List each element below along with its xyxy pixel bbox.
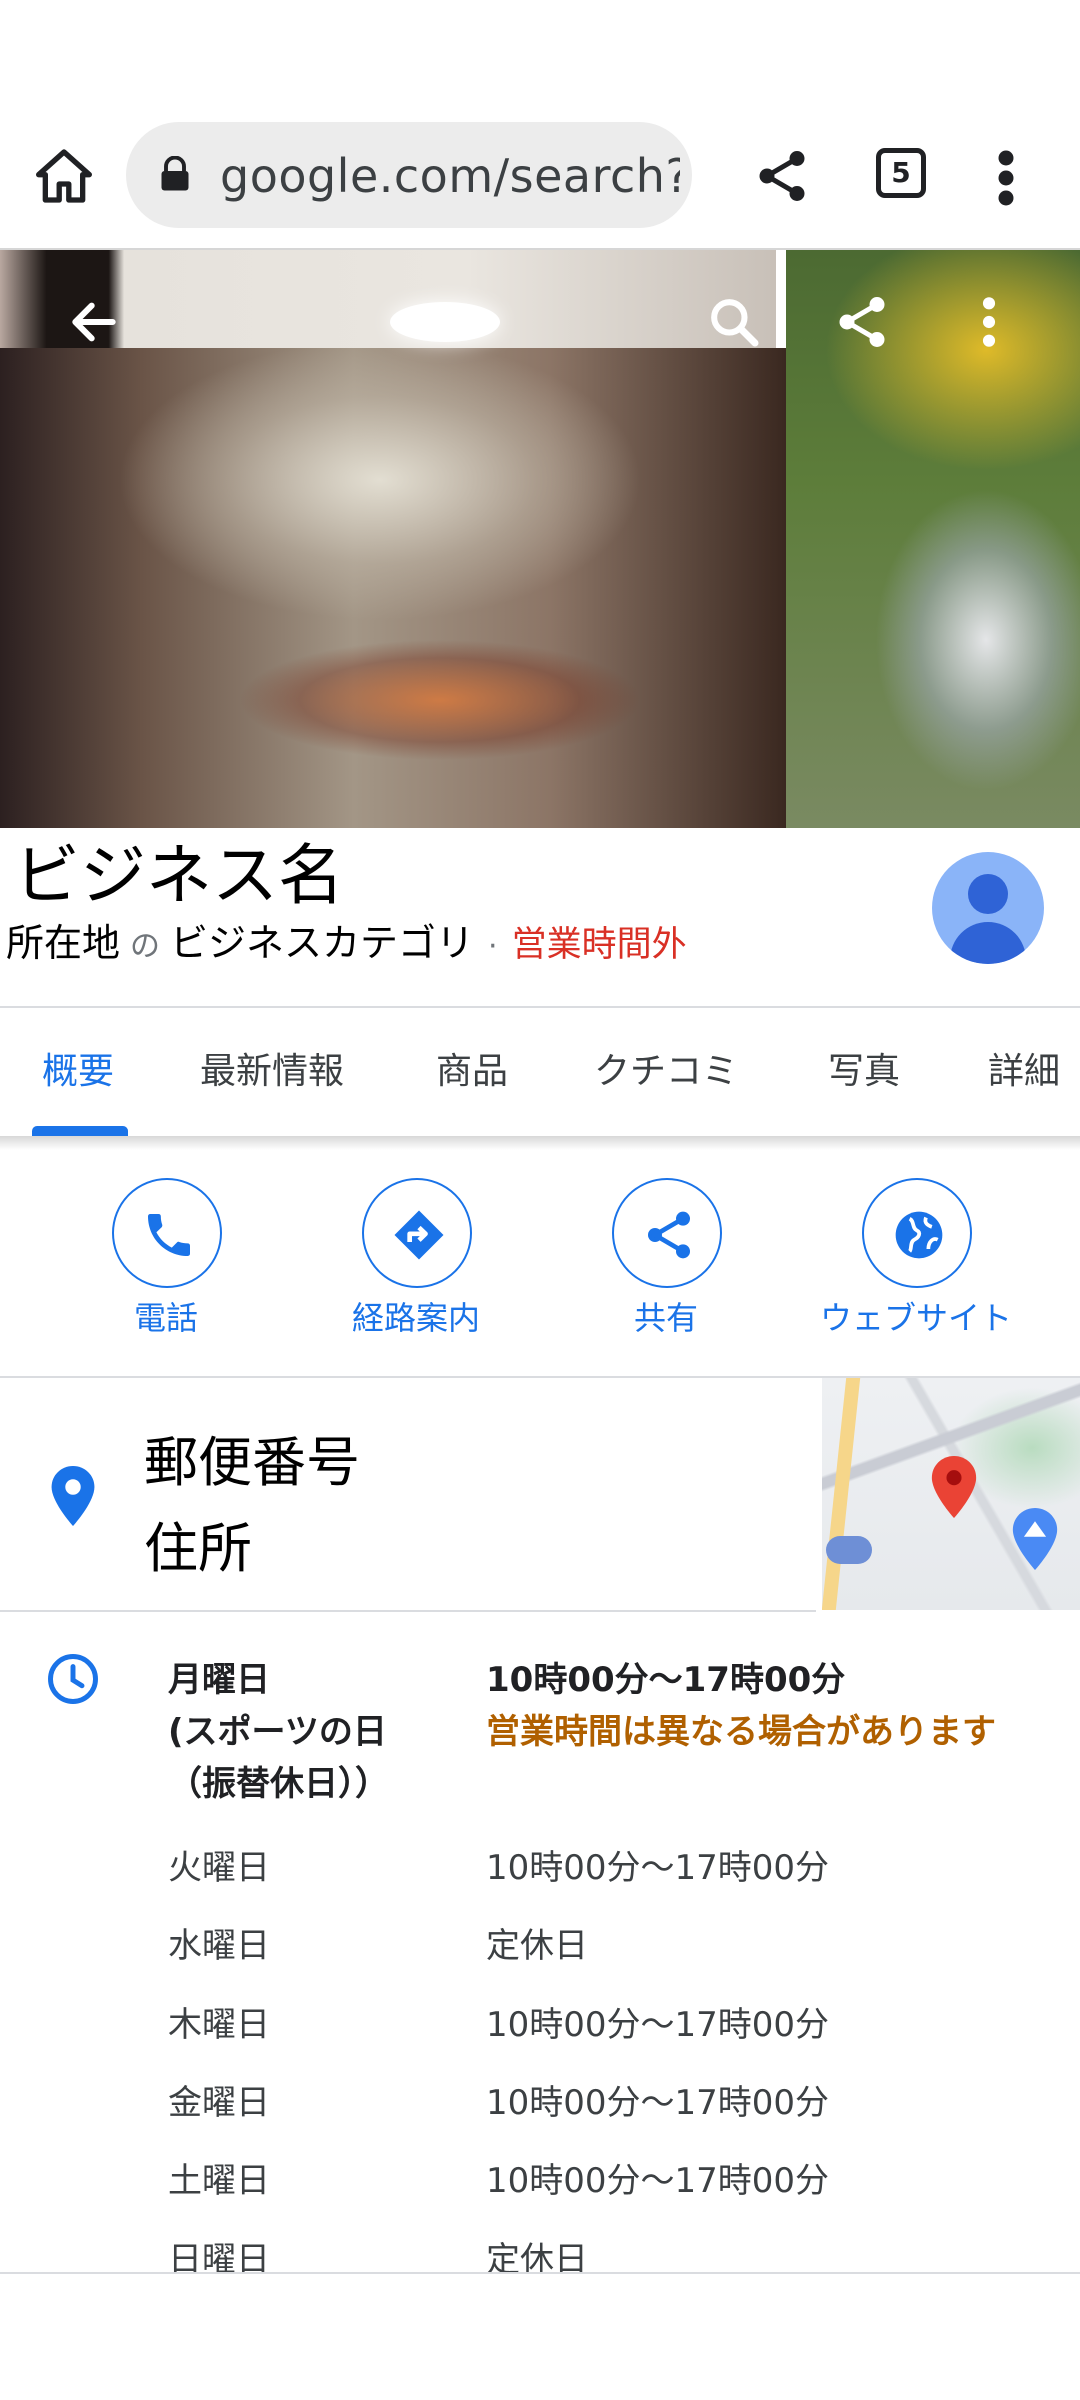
website-label: ウェブサイト [819, 1299, 1012, 1337]
photo-divider [776, 250, 786, 348]
business-location: 所在地 [6, 921, 121, 965]
directions-button-circle[interactable] [362, 1178, 472, 1288]
business-photo[interactable] [0, 250, 1080, 828]
website-button[interactable]: ウェブサイト [806, 1178, 1026, 1358]
call-button-circle[interactable] [112, 1178, 222, 1288]
map-thumbnail[interactable] [822, 1378, 1080, 1610]
url-text[interactable]: google.com/search? [220, 148, 680, 204]
avatar-body [950, 922, 1026, 964]
share-label: 共有 [633, 1299, 698, 1337]
postal-code: 郵便番号 [144, 1431, 360, 1494]
bottom-area [0, 2274, 1080, 2400]
hours-day: 日曜日 [168, 2240, 270, 2272]
hours-day: 木曜日 [168, 2005, 270, 2045]
browser-toolbar: google.com/search? 5 [0, 118, 1080, 248]
share-icon[interactable] [832, 292, 892, 352]
more-vert-icon[interactable] [986, 148, 1026, 208]
tab-details[interactable]: 詳細 [988, 1008, 1060, 1136]
hours-warning: 営業時間は異なる場合があります [486, 1712, 996, 1752]
location-pin-icon [51, 1466, 95, 1526]
status-bar [0, 0, 1080, 118]
map-road [822, 1378, 861, 1610]
directions-label: 経路案内 [351, 1299, 480, 1337]
directions-button[interactable]: 経路案内 [306, 1178, 526, 1358]
street-address: 住所 [144, 1517, 252, 1580]
hours-day: 火曜日 [168, 1848, 270, 1888]
website-button-circle[interactable] [862, 1178, 972, 1288]
address-section[interactable]: 郵便番号 住所 [0, 1378, 1080, 1610]
hours-time: 10時00分～17時00分 [486, 2005, 830, 2045]
address-bar[interactable]: google.com/search? [126, 122, 692, 228]
action-buttons: 電話 経路案内 共有 ウェブサイト [0, 1150, 1080, 1376]
today-hours: 10時00分～17時00分 [486, 1660, 846, 1700]
separator-dot: · [488, 929, 498, 964]
hours-section[interactable]: 月曜日 (スポーツの日 （振替休日）） 10時00分～17時00分 営業時間は異… [0, 1612, 1080, 2272]
active-tab-indicator [32, 1126, 128, 1136]
avatar-head [968, 874, 1008, 914]
globe-icon [895, 1211, 943, 1259]
tab-bar: 概要 最新情報 商品 クチコミ 写真 詳細 [0, 1008, 1080, 1136]
share-icon [648, 1211, 690, 1259]
tab-switcher-button[interactable]: 5 [876, 148, 926, 198]
today-holiday-line2: （振替休日）） [168, 1764, 389, 1804]
connector-text: の [130, 929, 161, 964]
map-route-badge [826, 1536, 872, 1564]
map-poi-icon [1012, 1508, 1058, 1570]
call-button[interactable]: 電話 [56, 1178, 276, 1358]
call-label: 電話 [133, 1299, 198, 1337]
directions-icon [394, 1210, 444, 1260]
tab-overview[interactable]: 概要 [42, 1008, 114, 1136]
hours-time: 定休日 [486, 2240, 588, 2272]
open-status: 営業時間外 [511, 925, 687, 965]
share-icon[interactable] [752, 146, 812, 206]
business-header: ビジネス名 所在地のビジネスカテゴリ · 営業時間外 [0, 828, 1080, 1008]
hours-day: 水曜日 [168, 1926, 270, 1966]
hours-day: 土曜日 [168, 2161, 270, 2201]
business-subtitle: 所在地のビジネスカテゴリ · 営業時間外 [6, 918, 687, 972]
phone-icon [148, 1214, 190, 1256]
hours-time: 10時00分～17時00分 [486, 2083, 830, 2123]
hours-time: 定休日 [486, 1926, 588, 1966]
tab-photos[interactable]: 写真 [828, 1008, 900, 1136]
map-marker-icon [931, 1456, 977, 1518]
more-vert-icon[interactable] [974, 294, 1004, 350]
tab-products[interactable]: 商品 [436, 1008, 508, 1136]
business-name: ビジネス名 [14, 837, 344, 914]
back-arrow-icon[interactable] [66, 294, 122, 350]
ceiling-light [390, 302, 500, 342]
hours-day: 金曜日 [168, 2083, 270, 2123]
today-day: 月曜日 [168, 1660, 270, 1700]
lock-icon [161, 156, 189, 191]
tabs-shadow [0, 1136, 1080, 1150]
share-button[interactable]: 共有 [556, 1178, 776, 1358]
business-category: ビジネスカテゴリ [170, 921, 475, 965]
avatar[interactable] [932, 852, 1044, 964]
today-holiday-line1: (スポーツの日 [168, 1712, 387, 1752]
clock-icon [48, 1654, 98, 1704]
photo-secondary[interactable] [786, 250, 1080, 828]
hours-time: 10時00分～17時00分 [486, 2161, 830, 2201]
home-icon[interactable] [32, 144, 96, 208]
search-icon[interactable] [706, 294, 762, 350]
tab-updates[interactable]: 最新情報 [200, 1008, 344, 1136]
hours-time: 10時00分～17時00分 [486, 1848, 830, 1888]
share-button-circle[interactable] [612, 1178, 722, 1288]
tab-reviews[interactable]: クチコミ [594, 1008, 738, 1136]
